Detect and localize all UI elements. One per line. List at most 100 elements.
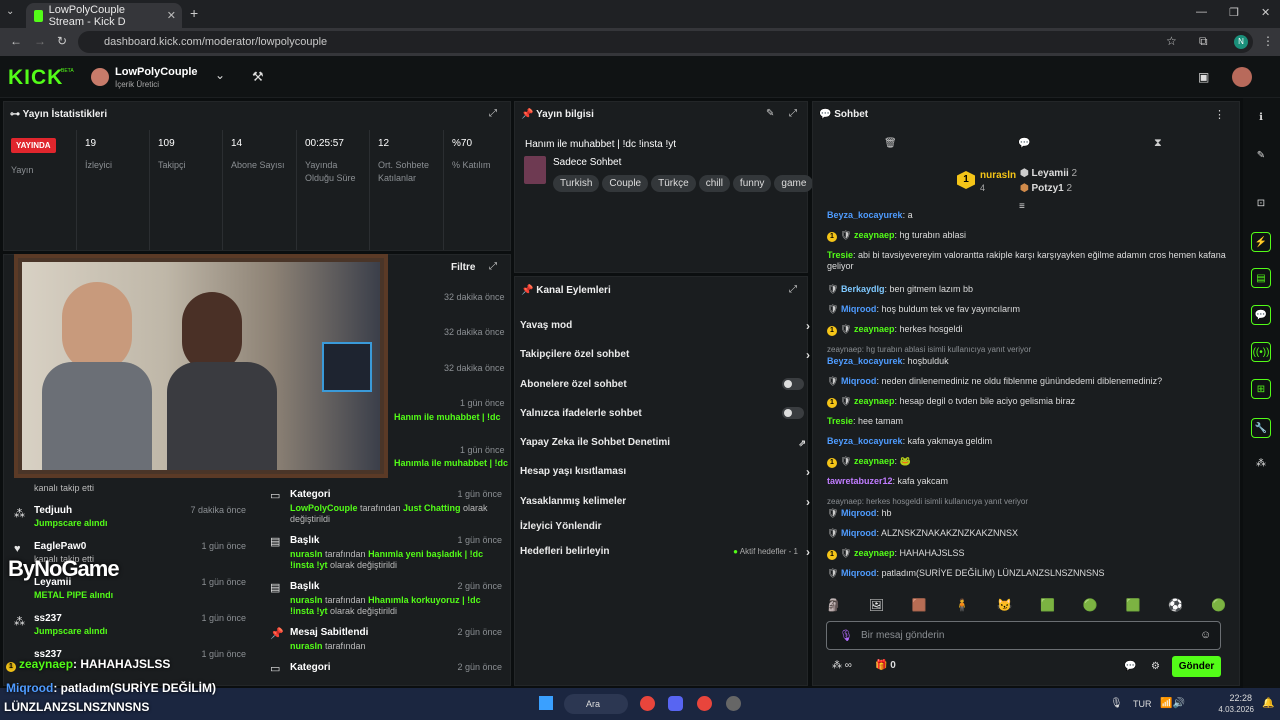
notes-icon[interactable]: ▤: [1251, 268, 1271, 288]
stats-popout-icon[interactable]: ⤢: [489, 108, 497, 119]
close-tab-icon[interactable]: ✕: [167, 9, 176, 22]
slow-mode-row[interactable]: Yavaş mod ›: [520, 319, 810, 333]
start-windows-icon[interactable]: [539, 696, 553, 710]
maximize-icon[interactable]: ❐: [1229, 6, 1239, 19]
kick-logo[interactable]: KICK: [8, 66, 63, 90]
emote-icon[interactable]: 🟩: [1040, 598, 1055, 616]
forward-icon[interactable]: →: [34, 34, 46, 48]
chat-username[interactable]: zeaynaep: [854, 456, 895, 466]
account-age-row[interactable]: Hesap yaşı kısıtlaması ›: [520, 465, 810, 479]
bookmark-star-icon[interactable]: ☆: [1166, 34, 1177, 48]
tab-list-chevron-icon[interactable]: ⌄: [6, 6, 14, 17]
chat-username[interactable]: Berkaydlg: [841, 284, 885, 294]
chat-username[interactable]: Tresie: [827, 250, 853, 260]
chat-username[interactable]: Miqrood: [841, 568, 877, 578]
tag-chip[interactable]: game: [774, 175, 814, 192]
profile-avatar[interactable]: N: [1234, 35, 1248, 49]
tag-chip[interactable]: funny: [732, 175, 772, 192]
channel-switch-chevron-icon[interactable]: ⌄: [215, 68, 225, 82]
chat-username[interactable]: Beyza_kocayurek: [827, 436, 903, 446]
network-volume-icons[interactable]: 📶🔊: [1160, 698, 1185, 709]
chat-settings-icons[interactable]: ⁂ ∞: [832, 660, 852, 671]
back-icon[interactable]: ←: [10, 34, 22, 48]
tag-chip[interactable]: Couple: [602, 175, 649, 192]
chat-username[interactable]: Miqrood: [841, 376, 877, 386]
event-user[interactable]: nurasln: [290, 641, 323, 651]
hourglass-icon[interactable]: ⧗: [1154, 137, 1162, 150]
info-icon[interactable]: ℹ: [1251, 108, 1271, 128]
language-indicator[interactable]: TUR: [1133, 699, 1152, 709]
ai-moderation-row[interactable]: Yapay Zeka ile Sohbet Denetimi ⇗: [520, 437, 810, 448]
event-user[interactable]: Tedjuuh: [34, 505, 72, 516]
emote-icon[interactable]: 🗿: [826, 598, 841, 616]
chat-input[interactable]: 🎙 Bir mesaj gönderin ☺: [826, 621, 1221, 650]
moderator-hammer-icon[interactable]: ⚒: [252, 69, 264, 85]
chat-username[interactable]: Beyza_kocayurek: [827, 210, 903, 220]
filter-button[interactable]: Filtre: [451, 262, 475, 273]
chat-username[interactable]: Miqrood: [841, 528, 877, 538]
banned-words-row[interactable]: Yasaklanmış kelimeler ›: [520, 495, 810, 509]
broadcast-icon[interactable]: ((•)): [1251, 342, 1271, 362]
chat-sidebar-icon[interactable]: 💬: [1251, 305, 1271, 325]
tag-chip[interactable]: chill: [698, 175, 730, 192]
edit-icon[interactable]: ✎: [1251, 146, 1271, 166]
extensions-icon[interactable]: ⧉: [1199, 34, 1208, 49]
event-user[interactable]: EaglePaw0: [34, 541, 86, 552]
emoji-picker-icon[interactable]: ☺: [1200, 629, 1211, 641]
studio-icon[interactable]: ▣: [1198, 70, 1209, 84]
layout-icon[interactable]: ⊞: [1251, 379, 1271, 399]
stream-info-popout-icon[interactable]: ⤢: [789, 108, 797, 119]
chrome-active-icon[interactable]: [697, 696, 712, 711]
followers-only-row[interactable]: Takipçilere özel sohbet ›: [520, 348, 810, 362]
chat-username[interactable]: Tresie: [827, 416, 853, 426]
lightning-icon[interactable]: ⚡: [1251, 232, 1271, 252]
close-window-icon[interactable]: ✕: [1261, 6, 1270, 19]
user-avatar[interactable]: [1232, 67, 1252, 87]
clock-time[interactable]: 22:28: [1216, 693, 1252, 703]
chat-bubble-icon[interactable]: 💬: [1018, 138, 1030, 149]
channel-actions-popout-icon[interactable]: ⤢: [789, 284, 797, 295]
event-user[interactable]: LowPolyCouple: [290, 503, 358, 513]
raid-row[interactable]: İzleyici Yönlendir: [520, 521, 810, 532]
chat-username[interactable]: zeaynaep: [854, 230, 895, 240]
activity-popout-icon[interactable]: ⤢: [489, 261, 497, 272]
settings-gear-icon[interactable]: ⚙: [1151, 661, 1160, 672]
emote-icon[interactable]: 🟢: [1211, 598, 1226, 616]
app-icon[interactable]: [726, 696, 741, 711]
chat-popout-icon[interactable]: 💬: [1124, 661, 1136, 672]
chrome-icon[interactable]: [640, 696, 655, 711]
chat-menu-icon[interactable]: ⋮: [1214, 108, 1225, 121]
chat-username[interactable]: tawretabuzer12: [827, 476, 893, 486]
emotes-only-toggle[interactable]: [782, 407, 804, 419]
microphone-icon[interactable]: 🎙: [839, 629, 853, 642]
event-user[interactable]: nurasln: [290, 595, 323, 605]
browser-tab[interactable]: LowPolyCouple Stream - Kick D ✕: [26, 3, 182, 28]
chat-username[interactable]: Beyza_kocayurek: [827, 356, 903, 366]
goals-row[interactable]: Hedefleri belirleyin ● Aktif hedefler - 1…: [520, 545, 810, 559]
emote-icon[interactable]: 🖼: [869, 598, 884, 616]
notifications-icon[interactable]: 🔔: [1262, 698, 1274, 709]
browser-menu-icon[interactable]: ⋮: [1262, 34, 1274, 48]
microphone-tray-icon[interactable]: 🎙: [1110, 698, 1123, 709]
taskbar-search[interactable]: Ara: [564, 694, 628, 714]
emote-icon[interactable]: 😼: [997, 598, 1012, 616]
new-tab-icon[interactable]: +: [190, 5, 198, 21]
chat-username[interactable]: zeaynaep: [854, 396, 895, 406]
chat-username[interactable]: Miqrood: [841, 304, 877, 314]
event-user[interactable]: nurasln: [290, 549, 323, 559]
capture-icon[interactable]: ⊡: [1251, 194, 1271, 214]
discord-icon[interactable]: [668, 696, 683, 711]
url-input[interactable]: dashboard.kick.com/moderator/lowpolycoup…: [78, 31, 1253, 53]
send-button[interactable]: Gönder: [1172, 656, 1221, 677]
minimize-icon[interactable]: —: [1196, 6, 1207, 18]
emote-icon[interactable]: 🧍: [955, 598, 970, 616]
community-icon[interactable]: ⁂: [1251, 454, 1271, 474]
subscribers-only-toggle[interactable]: [782, 378, 804, 390]
event-user[interactable]: ss237: [34, 613, 62, 624]
reload-icon[interactable]: ↻: [57, 34, 67, 48]
clock-date[interactable]: 4.03.2026: [1212, 705, 1254, 714]
edit-stream-icon[interactable]: ✎: [766, 108, 774, 119]
tag-chip[interactable]: Türkçe: [651, 175, 696, 192]
emote-icon[interactable]: 🟫: [912, 598, 927, 616]
tag-chip[interactable]: Turkish: [553, 175, 600, 192]
